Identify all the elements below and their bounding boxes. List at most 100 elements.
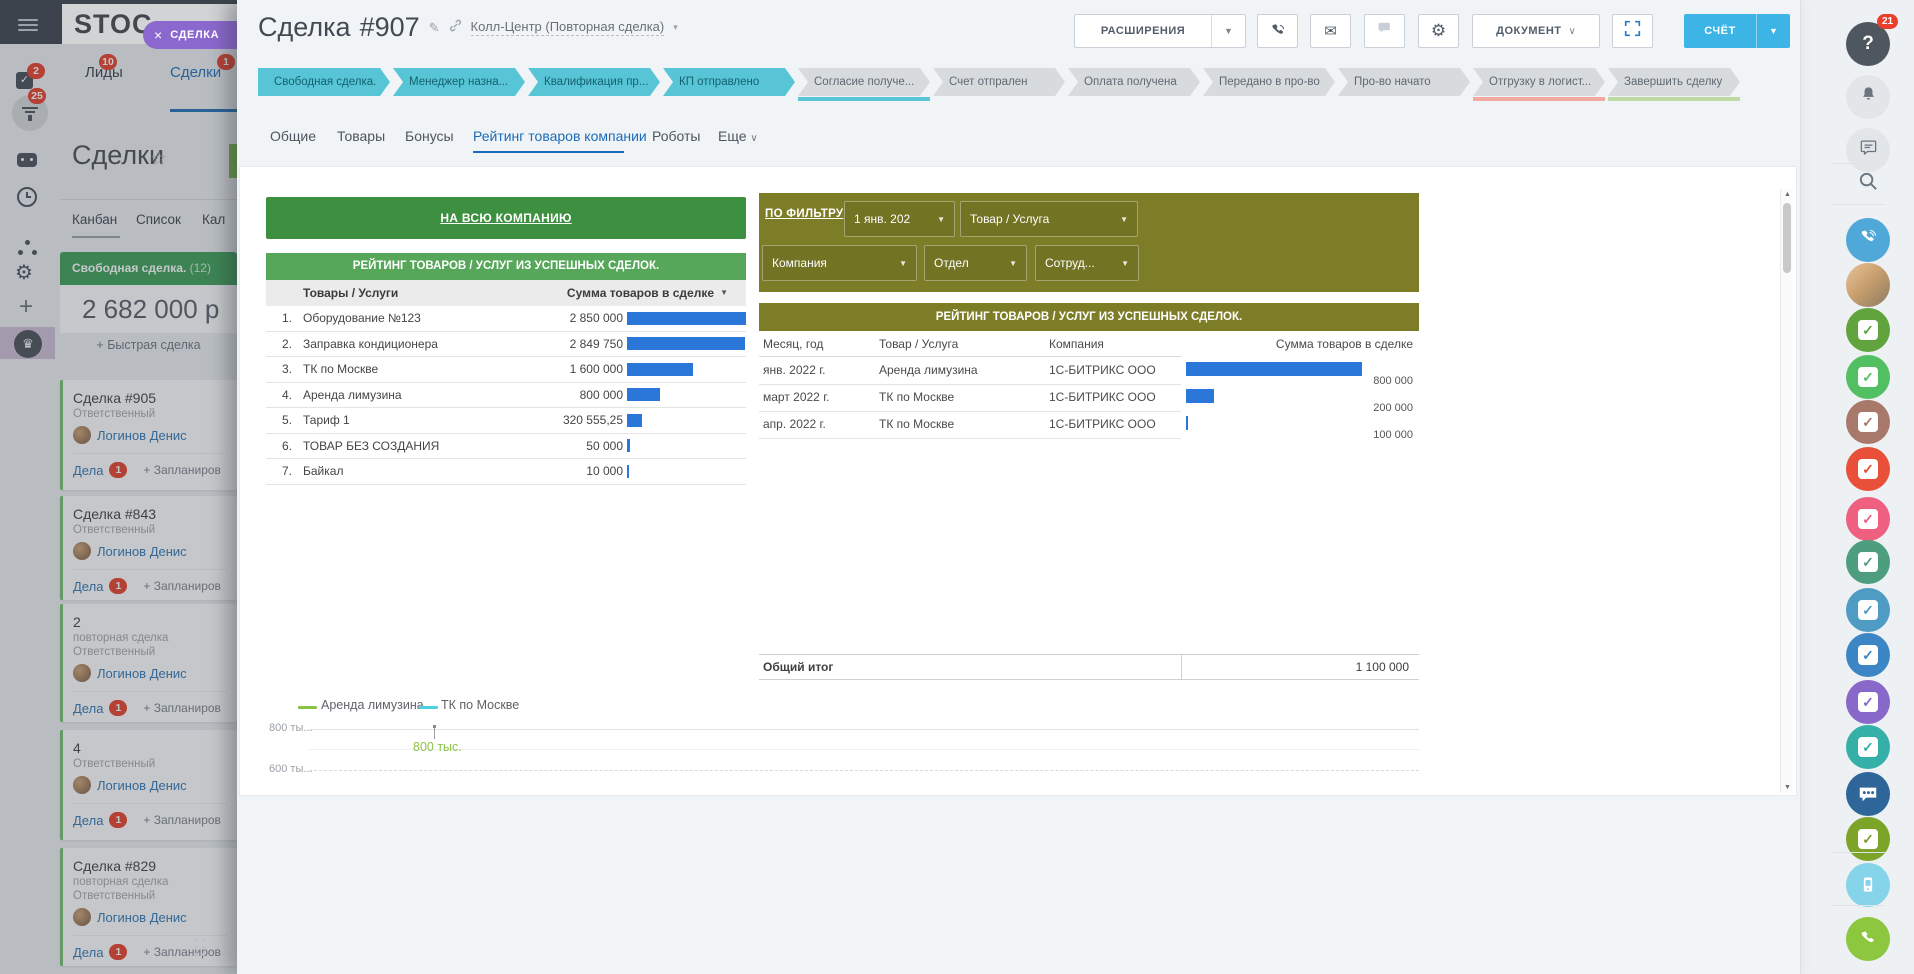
chevron-down-icon[interactable]: ▼ [1757,26,1790,36]
total-value: 1 100 000 [1356,655,1409,679]
dialog-lines-icon [1859,138,1878,162]
invoice-button[interactable]: СЧЁТ ▼ [1684,14,1790,48]
tab-company-product-rating[interactable]: Рейтинг товаров компании [473,128,647,144]
tasks-icon-red[interactable]: ✓ [1846,447,1890,491]
mail-icon: ✉ [1324,22,1337,40]
deal-id: #907 [360,12,420,43]
tab-products[interactable]: Товары [337,128,385,144]
check-icon: ✓ [1858,552,1878,572]
chevron-down-icon: ▼ [1121,259,1129,268]
chevron-down-icon: ▼ [937,215,945,224]
tasks-icon-olive[interactable]: ✓ [1846,817,1890,861]
edit-pencil-icon[interactable]: ✎ [429,20,440,36]
close-icon[interactable]: × [154,28,162,42]
document-button[interactable]: ДОКУМЕНТ ∨ [1472,14,1600,48]
check-icon: ✓ [1858,367,1878,387]
stage-item[interactable]: КП отправлено [663,68,795,96]
left-table-column-header: Товары / Услуги Сумма товаров в сделке ▼ [266,280,746,306]
call-button[interactable] [1257,14,1298,48]
search-icon[interactable] [1857,170,1880,198]
tasks-icon-steelblue[interactable]: ✓ [1846,588,1890,632]
tasks-icon-purple[interactable]: ✓ [1846,680,1890,724]
stage-item[interactable]: Оплата получена [1068,68,1200,96]
right-table-column-header: Месяц, год Товар / Услуга Компания Сумма… [759,331,1419,357]
tab-robots[interactable]: Роботы [652,128,700,144]
value-bar [627,439,630,452]
tasks-icon-green-dark[interactable]: ✓ [1846,308,1890,352]
telephony-button[interactable] [1846,218,1890,262]
stage-item[interactable]: Счет отпрален [933,68,1065,96]
stage-item[interactable]: Отгрузку в логист... [1473,68,1605,96]
chat-button[interactable] [1364,14,1405,48]
mobile-app-icon[interactable] [1846,863,1890,907]
whole-company-button[interactable]: НА ВСЮ КОМПАНИЮ [266,197,746,239]
scroll-down-icon[interactable]: ▼ [1781,784,1794,791]
divider [1831,204,1885,205]
company-filter-dropdown[interactable]: Компания▼ [762,245,917,281]
gridline [309,749,1419,750]
date-filter-dropdown[interactable]: 1 янв. 202▼ [844,201,955,237]
stage-item[interactable]: Менеджер назна... [393,68,525,96]
tab-bonuses[interactable]: Бонусы [405,128,454,144]
stage-underline-fail [1473,97,1605,101]
legend-line-icon [419,706,438,709]
bar-value-label: 200 000 [1343,402,1413,414]
tasks-icon-teal[interactable]: ✓ [1846,725,1890,769]
product-filter-dropdown[interactable]: Товар / Услуга▼ [960,201,1138,237]
document-label: ДОКУМЕНТ [1496,25,1561,37]
group-chat-icon[interactable] [1846,772,1890,816]
left-table-title: РЕЙТИНГ ТОВАРОВ / УСЛУГ ИЗ УСПЕШНЫХ СДЕЛ… [266,253,746,280]
avatar[interactable] [1846,263,1890,307]
value-bar [627,337,745,350]
bell-icon [1859,85,1878,109]
stage-item[interactable]: Свободная сделка. [258,68,390,96]
total-label: Общий итог [763,655,833,679]
slider-tab-deal[interactable]: × СДЕЛКА [143,21,237,49]
stage-item[interactable]: Завершить сделку [1608,68,1740,96]
messenger-button[interactable] [1846,128,1890,172]
employee-filter-dropdown[interactable]: Сотруд...▼ [1035,245,1139,281]
tasks-icon-pink[interactable]: ✓ [1846,497,1890,541]
notification-count-badge: 21 [1877,14,1898,29]
link-icon[interactable] [449,19,462,37]
chevron-down-icon[interactable]: ▼ [1212,26,1245,36]
filter-panel: ПО ФИЛЬТРУ 1 янв. 202▼ Товар / Услуга▼ К… [759,193,1419,292]
drag-handle[interactable] [195,939,198,942]
email-button[interactable]: ✉ [1310,14,1351,48]
scrollbar-thumb[interactable] [1783,203,1791,273]
value-bar [627,465,629,478]
stage-item[interactable]: Про-во начато [1338,68,1470,96]
fullscreen-button[interactable] [1612,14,1653,48]
check-icon: ✓ [1858,509,1878,529]
stage-item[interactable]: Квалификация пр... [528,68,660,96]
stage-item[interactable]: Передано в про-во [1203,68,1335,96]
check-icon: ✓ [1858,829,1878,849]
callback-phone-icon[interactable] [1846,917,1890,961]
tasks-icon-seagreen[interactable]: ✓ [1846,540,1890,584]
tasks-icon-brown[interactable]: ✓ [1846,400,1890,444]
total-row: Общий итог 1 100 000 [759,654,1419,680]
legend-label[interactable]: ТК по Москве [441,698,519,712]
legend-line-icon [298,706,317,709]
tab-more[interactable]: Еще ∨ [718,128,758,144]
gridline [309,770,1419,771]
extensions-button[interactable]: РАСШИРЕНИЯ ▼ [1074,14,1246,48]
table-row: 3.ТК по Москве1 600 000 [266,357,746,383]
divider [1831,163,1885,164]
notifications-button[interactable] [1846,75,1890,119]
tasks-icon-green[interactable]: ✓ [1846,355,1890,399]
legend-label[interactable]: Аренда лимузина [321,698,424,712]
scroll-up-icon[interactable]: ▲ [1781,191,1794,198]
pipeline-link[interactable]: Колл-Центр (Повторная сделка) [471,19,665,36]
content-scrollbar[interactable]: ▲ ▼ [1780,189,1793,793]
column-sum[interactable]: Сумма товаров в сделке [567,280,714,306]
filter-label[interactable]: ПО ФИЛЬТРУ [765,208,843,220]
settings-button[interactable]: ⚙ [1418,14,1459,48]
chevron-down-icon[interactable]: ▾ [673,22,678,33]
column-sum: Сумма товаров в сделке [1276,331,1413,357]
sort-caret-icon[interactable]: ▼ [720,280,728,306]
tasks-icon-blue[interactable]: ✓ [1846,633,1890,677]
department-filter-dropdown[interactable]: Отдел▼ [924,245,1027,281]
tab-general[interactable]: Общие [270,128,316,144]
stage-item[interactable]: Согласие получе... [798,68,930,96]
